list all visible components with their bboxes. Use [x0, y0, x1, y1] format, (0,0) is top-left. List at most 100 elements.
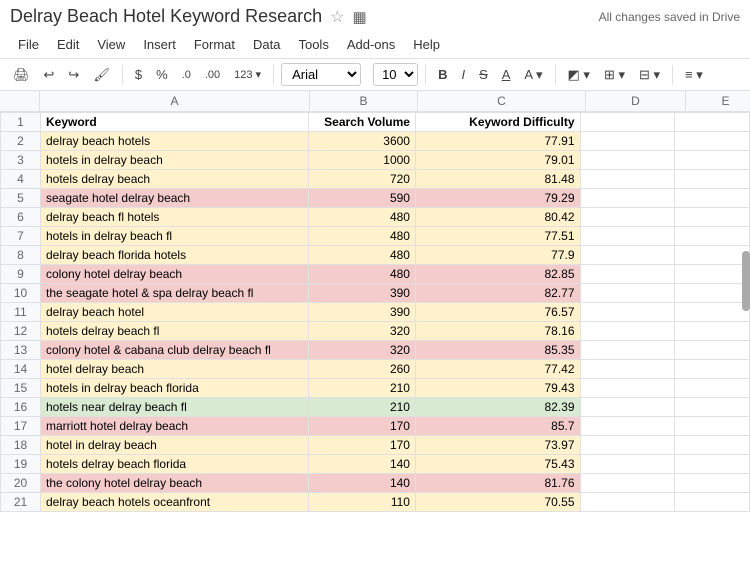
cell-e[interactable]: [674, 379, 749, 398]
star-icon[interactable]: ☆: [330, 7, 344, 27]
cell-volume[interactable]: 3600: [308, 132, 415, 151]
cell-volume[interactable]: 480: [308, 265, 415, 284]
cell-keyword[interactable]: the seagate hotel & spa delray beach fl: [41, 284, 309, 303]
cell-e[interactable]: [674, 246, 749, 265]
cell-keyword[interactable]: colony hotel & cabana club delray beach …: [41, 341, 309, 360]
menu-item-view[interactable]: View: [89, 33, 133, 56]
cell-keyword[interactable]: seagate hotel delray beach: [41, 189, 309, 208]
cell-keyword[interactable]: hotels in delray beach fl: [41, 227, 309, 246]
cell-volume[interactable]: 590: [308, 189, 415, 208]
cell-volume[interactable]: Search Volume: [308, 113, 415, 132]
cell-difficulty[interactable]: 77.51: [415, 227, 580, 246]
cell-d[interactable]: [580, 227, 674, 246]
cell-keyword[interactable]: hotel delray beach: [41, 360, 309, 379]
cell-difficulty[interactable]: 81.48: [415, 170, 580, 189]
menu-item-data[interactable]: Data: [245, 33, 288, 56]
cell-d[interactable]: [580, 379, 674, 398]
cell-d[interactable]: [580, 322, 674, 341]
cell-difficulty[interactable]: 77.42: [415, 360, 580, 379]
strikethrough-button[interactable]: S: [474, 64, 493, 85]
cell-d[interactable]: [580, 132, 674, 151]
align-button[interactable]: ≡ ▾: [680, 64, 708, 86]
redo-button[interactable]: ↪: [63, 64, 84, 86]
cell-d[interactable]: [580, 189, 674, 208]
cell-difficulty[interactable]: 79.29: [415, 189, 580, 208]
cell-e[interactable]: [674, 398, 749, 417]
cell-e[interactable]: [674, 436, 749, 455]
col-header-d[interactable]: D: [586, 91, 686, 111]
underline-button[interactable]: A: [497, 64, 516, 85]
paint-format-button[interactable]: 🖌: [88, 64, 115, 86]
cell-e[interactable]: [674, 322, 749, 341]
cell-volume[interactable]: 210: [308, 398, 415, 417]
menu-item-format[interactable]: Format: [186, 33, 243, 56]
cell-d[interactable]: [580, 151, 674, 170]
cell-volume[interactable]: 480: [308, 227, 415, 246]
cell-e[interactable]: [674, 227, 749, 246]
cell-keyword[interactable]: hotels delray beach: [41, 170, 309, 189]
col-header-b[interactable]: B: [310, 91, 418, 111]
cell-difficulty[interactable]: 78.16: [415, 322, 580, 341]
cell-difficulty[interactable]: 81.76: [415, 474, 580, 493]
cell-e[interactable]: [674, 284, 749, 303]
cell-keyword[interactable]: the colony hotel delray beach: [41, 474, 309, 493]
cell-difficulty[interactable]: 80.42: [415, 208, 580, 227]
cell-difficulty[interactable]: 82.85: [415, 265, 580, 284]
menu-item-edit[interactable]: Edit: [49, 33, 87, 56]
cell-keyword[interactable]: hotels near delray beach fl: [41, 398, 309, 417]
cell-d[interactable]: [580, 398, 674, 417]
menu-item-add-ons[interactable]: Add-ons: [339, 33, 403, 56]
cell-volume[interactable]: 210: [308, 379, 415, 398]
cell-e[interactable]: [674, 189, 749, 208]
cell-e[interactable]: [674, 417, 749, 436]
print-button[interactable]: 🖨: [8, 64, 35, 86]
format-123-button[interactable]: 123 ▾: [229, 65, 266, 84]
cell-volume[interactable]: 260: [308, 360, 415, 379]
cell-difficulty[interactable]: 79.01: [415, 151, 580, 170]
menu-item-file[interactable]: File: [10, 33, 47, 56]
cell-keyword[interactable]: Keyword: [41, 113, 309, 132]
decimal-increase-button[interactable]: .00: [200, 66, 225, 84]
cell-e[interactable]: [674, 303, 749, 322]
cell-difficulty[interactable]: 77.9: [415, 246, 580, 265]
cell-keyword[interactable]: hotels delray beach florida: [41, 455, 309, 474]
cell-difficulty[interactable]: 85.7: [415, 417, 580, 436]
cell-volume[interactable]: 480: [308, 246, 415, 265]
folder-icon[interactable]: ▦: [353, 8, 367, 26]
cell-difficulty[interactable]: 73.97: [415, 436, 580, 455]
cell-keyword[interactable]: hotels delray beach fl: [41, 322, 309, 341]
cell-volume[interactable]: 390: [308, 303, 415, 322]
cell-keyword[interactable]: hotels in delray beach florida: [41, 379, 309, 398]
cell-e[interactable]: [674, 265, 749, 284]
percent-button[interactable]: %: [151, 64, 173, 85]
cell-e[interactable]: [674, 170, 749, 189]
cell-e[interactable]: [674, 455, 749, 474]
text-color-button[interactable]: A ▾: [519, 64, 547, 86]
cell-volume[interactable]: 140: [308, 455, 415, 474]
cell-volume[interactable]: 170: [308, 417, 415, 436]
cell-difficulty[interactable]: 70.55: [415, 493, 580, 512]
cell-keyword[interactable]: delray beach hotel: [41, 303, 309, 322]
cell-d[interactable]: [580, 113, 674, 132]
cell-e[interactable]: [674, 132, 749, 151]
cell-volume[interactable]: 110: [308, 493, 415, 512]
cell-keyword[interactable]: colony hotel delray beach: [41, 265, 309, 284]
cell-difficulty[interactable]: 79.43: [415, 379, 580, 398]
cell-keyword[interactable]: hotel in delray beach: [41, 436, 309, 455]
cell-e[interactable]: [674, 208, 749, 227]
cell-e[interactable]: [674, 113, 749, 132]
cell-e[interactable]: [674, 341, 749, 360]
undo-button[interactable]: ↩: [39, 64, 60, 86]
cell-keyword[interactable]: delray beach florida hotels: [41, 246, 309, 265]
cell-d[interactable]: [580, 360, 674, 379]
font-selector[interactable]: Arial: [281, 63, 361, 86]
col-header-a[interactable]: A: [40, 91, 310, 111]
borders-button[interactable]: ⊞ ▾: [599, 64, 630, 86]
col-header-e[interactable]: E: [686, 91, 750, 111]
cell-difficulty[interactable]: 76.57: [415, 303, 580, 322]
scroll-area[interactable]: 1KeywordSearch VolumeKeyword Difficulty2…: [0, 112, 750, 512]
cell-d[interactable]: [580, 208, 674, 227]
fill-color-button[interactable]: ◩ ▾: [563, 64, 595, 86]
currency-button[interactable]: $: [130, 64, 147, 85]
cell-d[interactable]: [580, 265, 674, 284]
